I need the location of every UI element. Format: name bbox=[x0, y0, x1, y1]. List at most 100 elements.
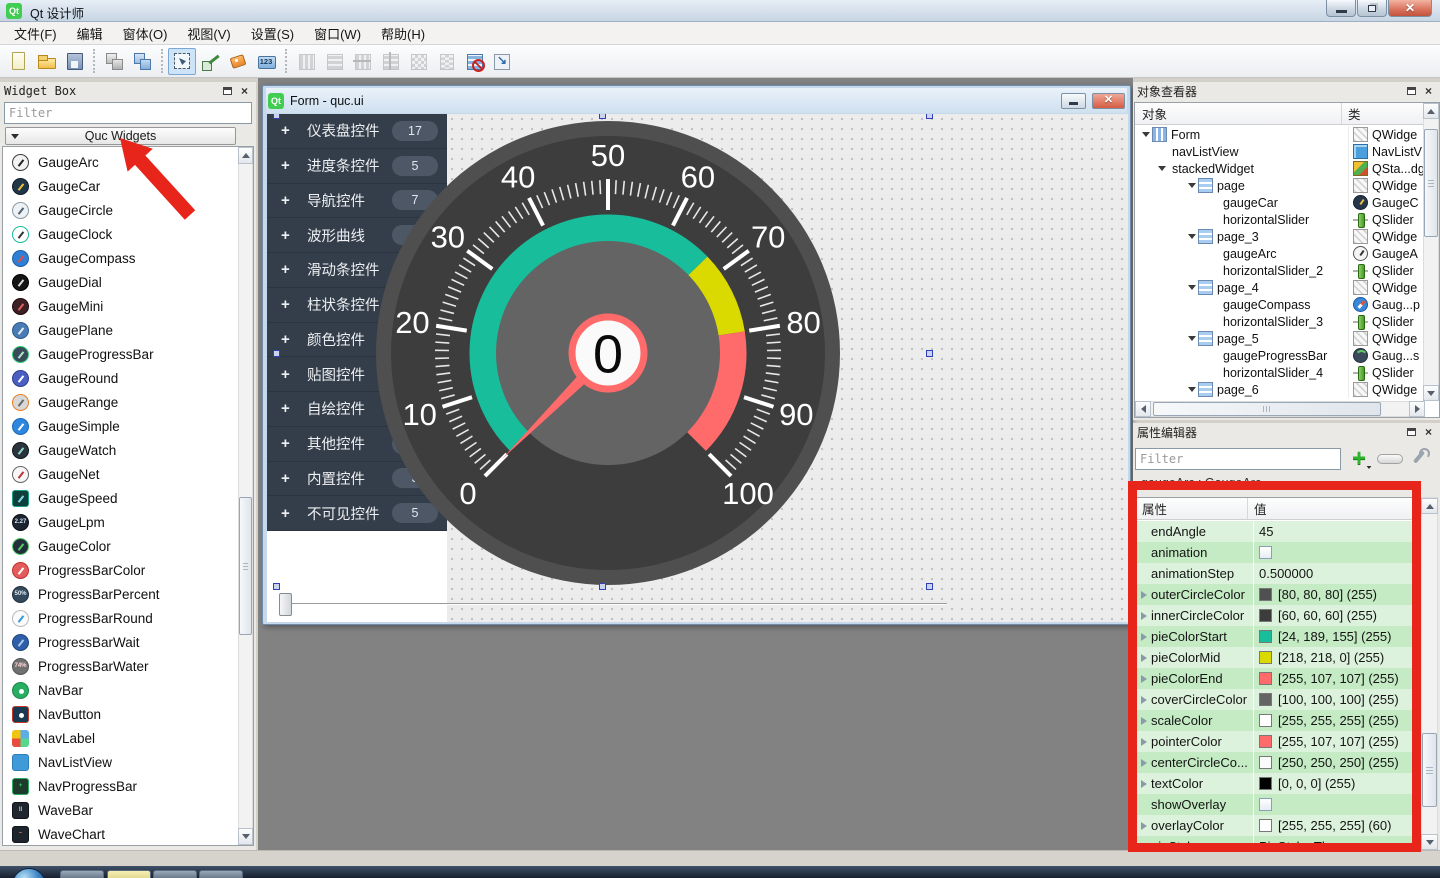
expander-icon[interactable] bbox=[1141, 822, 1147, 830]
expander-icon[interactable] bbox=[1141, 654, 1147, 662]
object-row-page-5[interactable]: page_5QWidge bbox=[1135, 330, 1423, 347]
add-property-button[interactable]: + bbox=[1345, 447, 1373, 471]
property-row-piecolormid[interactable]: pieColorMid[218, 218, 0] (255) bbox=[1135, 647, 1419, 668]
widget-group-header-quc-widgets[interactable]: Quc Widgets bbox=[5, 127, 236, 145]
menu-item--[interactable]: 编辑 bbox=[67, 21, 113, 46]
save-file-button[interactable] bbox=[60, 48, 88, 75]
object-row-page-6[interactable]: page_6QWidge bbox=[1135, 381, 1423, 398]
layout-form-button[interactable] bbox=[432, 48, 460, 75]
expander-icon[interactable] bbox=[1188, 387, 1196, 392]
layout-vertical-splitter-button[interactable] bbox=[376, 48, 404, 75]
widget-item-gaugenet[interactable]: GaugeNet bbox=[3, 462, 237, 486]
property-row-animation[interactable]: animation bbox=[1135, 542, 1419, 563]
widget-item-gaugecar[interactable]: GaugeCar bbox=[3, 174, 237, 198]
object-row-gaugeprogressbar[interactable]: gaugeProgressBarGaug...s bbox=[1135, 347, 1423, 364]
selection-handle[interactable] bbox=[599, 583, 606, 590]
property-row-centercircleco-[interactable]: centerCircleCo...[250, 250, 250] (255) bbox=[1135, 752, 1419, 773]
object-row-stackedwidget[interactable]: stackedWidgetQSta...dg bbox=[1135, 160, 1423, 177]
expander-icon[interactable] bbox=[1188, 183, 1196, 188]
widget-item-gaugeplane[interactable]: GaugePlane bbox=[3, 318, 237, 342]
property-row-endangle[interactable]: endAngle45 bbox=[1135, 521, 1419, 542]
scroll-right-button[interactable] bbox=[1409, 401, 1425, 417]
object-row-horizontalslider[interactable]: horizontalSliderQSlider bbox=[1135, 211, 1423, 228]
start-button[interactable] bbox=[12, 868, 46, 878]
taskbar-item[interactable] bbox=[153, 870, 197, 878]
expander-icon[interactable] bbox=[1141, 759, 1147, 767]
widget-item-gaugearc[interactable]: GaugeArc bbox=[3, 150, 237, 174]
property-row-outercirclecolor[interactable]: outerCircleColor[80, 80, 80] (255) bbox=[1135, 584, 1419, 605]
widget-item-wavechart[interactable]: ~WaveChart bbox=[3, 822, 237, 846]
horizontal-slider-handle[interactable] bbox=[279, 593, 292, 616]
selection-handle[interactable] bbox=[926, 583, 933, 590]
expander-icon[interactable] bbox=[1141, 591, 1147, 599]
widget-item-navbutton[interactable]: NavButton bbox=[3, 702, 237, 726]
scroll-up-button[interactable] bbox=[1423, 103, 1439, 119]
close-button[interactable]: ✕ bbox=[1388, 0, 1432, 17]
menu-item--o-[interactable]: 窗体(O) bbox=[113, 21, 178, 46]
widget-item-gaugeround[interactable]: GaugeRound bbox=[3, 366, 237, 390]
horizontal-slider-groove[interactable] bbox=[287, 603, 947, 605]
widget-item-navlistview[interactable]: NavListView bbox=[3, 750, 237, 774]
menu-item--w-[interactable]: 窗口(W) bbox=[304, 21, 371, 46]
selection-handle[interactable] bbox=[273, 583, 280, 590]
expander-icon[interactable] bbox=[1141, 696, 1147, 704]
widget-item-gaugecolor[interactable]: GaugeColor bbox=[3, 534, 237, 558]
expander-icon[interactable] bbox=[1141, 675, 1147, 683]
property-row-covercirclecolor[interactable]: coverCircleColor[100, 100, 100] (255) bbox=[1135, 689, 1419, 710]
widget-item-progressbarwait[interactable]: ProgressBarWait bbox=[3, 630, 237, 654]
expander-icon[interactable] bbox=[1188, 285, 1196, 290]
scroll-up-button[interactable] bbox=[238, 147, 253, 164]
widget-item-navlabel[interactable]: NavLabel bbox=[3, 726, 237, 750]
adjust-size-button[interactable] bbox=[488, 48, 516, 75]
edit-tab-order-button[interactable] bbox=[252, 48, 280, 75]
scrollbar-thumb[interactable] bbox=[1153, 402, 1381, 416]
open-file-button[interactable] bbox=[32, 48, 60, 75]
widget-item-gaugeclock[interactable]: GaugeClock bbox=[3, 222, 237, 246]
form-minimize-button[interactable] bbox=[1061, 93, 1086, 109]
widget-item-gaugecircle[interactable]: GaugeCircle bbox=[3, 198, 237, 222]
scroll-down-button[interactable] bbox=[1423, 385, 1439, 401]
raise-widget-button[interactable] bbox=[128, 48, 156, 75]
expander-icon[interactable] bbox=[1142, 132, 1150, 137]
scroll-down-button[interactable] bbox=[1421, 834, 1438, 850]
lower-widget-button[interactable] bbox=[100, 48, 128, 75]
taskbar-item[interactable] bbox=[199, 870, 243, 878]
layout-vertical-button[interactable] bbox=[320, 48, 348, 75]
widget-item-progressbarwater[interactable]: 74%ProgressBarWater bbox=[3, 654, 237, 678]
property-editor-float-button[interactable] bbox=[1404, 425, 1419, 439]
form-close-button[interactable]: ✕ bbox=[1092, 93, 1125, 109]
form-title-bar[interactable]: Qt Form - quc.ui ✕ bbox=[266, 88, 1127, 113]
object-row-gaugecar[interactable]: gaugeCarGaugeC bbox=[1135, 194, 1423, 211]
object-row-form[interactable]: FormQWidge bbox=[1135, 126, 1423, 143]
widget-item-wavebar[interactable]: llWaveBar bbox=[3, 798, 237, 822]
object-row-horizontalslider-4[interactable]: horizontalSlider_4QSlider bbox=[1135, 364, 1423, 381]
layout-horizontal-splitter-button[interactable] bbox=[348, 48, 376, 75]
widget-list-scrollbar[interactable] bbox=[238, 147, 253, 845]
object-row-page[interactable]: pageQWidge bbox=[1135, 177, 1423, 194]
selection-handle[interactable] bbox=[926, 114, 933, 119]
property-row-innercirclecolor[interactable]: innerCircleColor[60, 60, 60] (255) bbox=[1135, 605, 1419, 626]
taskbar-item-active[interactable] bbox=[107, 870, 151, 878]
widget-box-close-button[interactable]: × bbox=[237, 84, 252, 98]
widget-box-float-button[interactable] bbox=[220, 84, 235, 98]
expander-icon[interactable] bbox=[1141, 717, 1147, 725]
expander-icon[interactable] bbox=[1188, 234, 1196, 239]
scroll-left-button[interactable] bbox=[1135, 401, 1151, 417]
widget-item-progressbarcolor[interactable]: ProgressBarColor bbox=[3, 558, 237, 582]
property-row-pointercolor[interactable]: pointerColor[255, 107, 107] (255) bbox=[1135, 731, 1419, 752]
edit-widgets-button[interactable] bbox=[168, 48, 196, 75]
property-row-showoverlay[interactable]: showOverlay bbox=[1135, 794, 1419, 815]
edit-signals-slots-button[interactable] bbox=[196, 48, 224, 75]
expander-icon[interactable] bbox=[1188, 336, 1196, 341]
selection-handle[interactable] bbox=[273, 350, 280, 357]
selection-handle[interactable] bbox=[599, 114, 606, 119]
expander-icon[interactable] bbox=[1158, 166, 1166, 171]
object-row-navlistview[interactable]: navListViewNavListV bbox=[1135, 143, 1423, 160]
break-layout-button[interactable] bbox=[460, 48, 488, 75]
checkbox-showoverlay[interactable] bbox=[1259, 798, 1272, 811]
property-row-piestyle[interactable]: pieStylePieStyle_Three bbox=[1135, 836, 1419, 851]
object-row-page-4[interactable]: page_4QWidge bbox=[1135, 279, 1423, 296]
widget-item-gaugemini[interactable]: GaugeMini bbox=[3, 294, 237, 318]
remove-property-button[interactable] bbox=[1377, 454, 1403, 464]
gauge-arc-widget[interactable]: 01020304050607080901000 bbox=[370, 115, 846, 591]
